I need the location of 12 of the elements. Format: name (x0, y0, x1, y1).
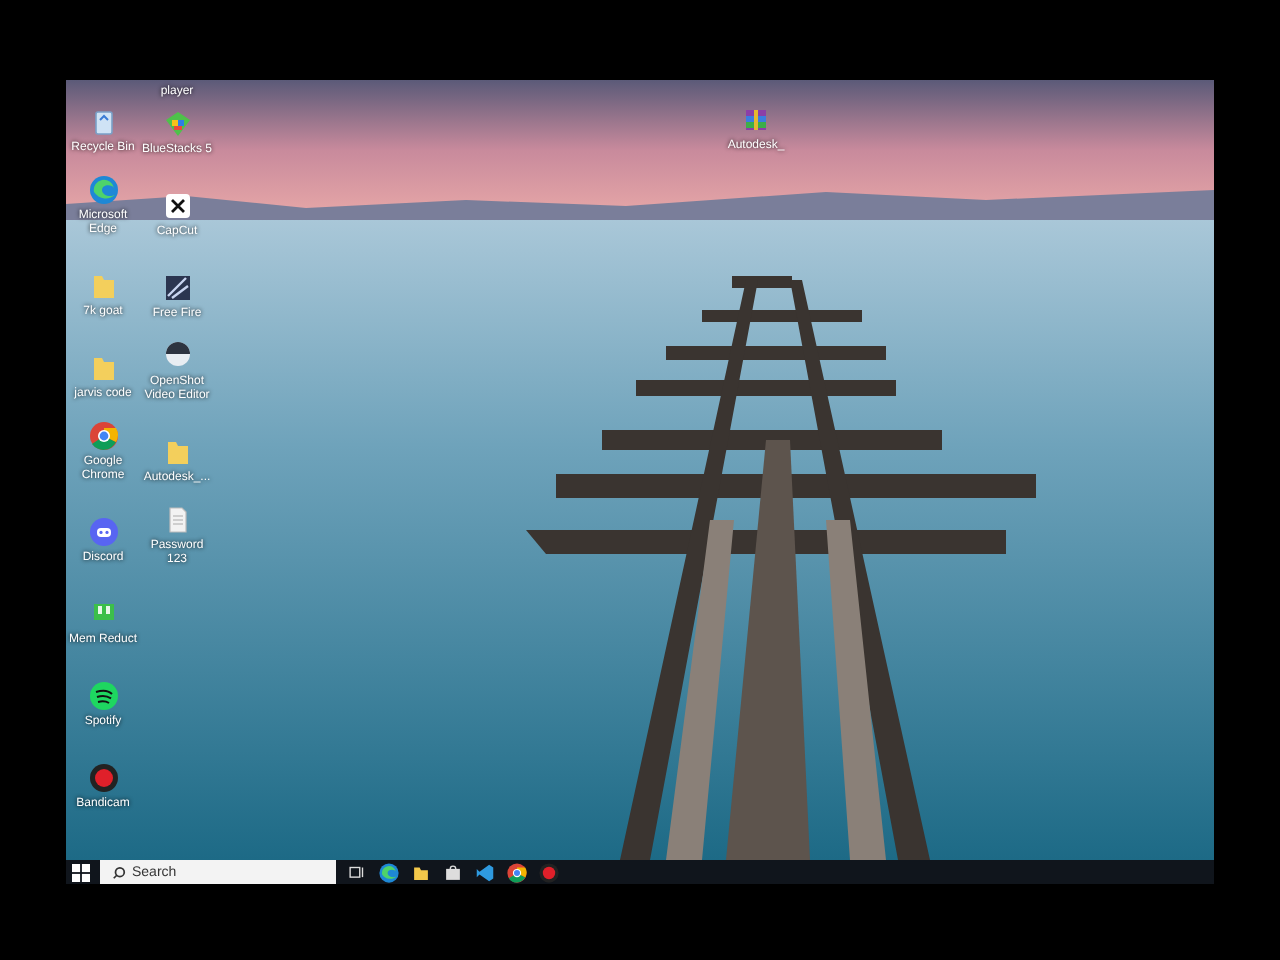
code-editor-icon[interactable] (474, 861, 496, 883)
start-icon[interactable] (72, 863, 90, 881)
record-icon[interactable] (538, 861, 560, 883)
browser-icon[interactable] (378, 861, 400, 883)
record-icon[interactable] (87, 762, 119, 794)
chat-app-icon[interactable] (87, 516, 119, 548)
search-icon (112, 865, 126, 879)
archive-icon[interactable] (740, 104, 772, 136)
browser-icon[interactable] (506, 861, 528, 883)
task-view-icon[interactable] (346, 861, 368, 883)
music-app-icon[interactable] (87, 680, 119, 712)
store-icon[interactable] (442, 861, 464, 883)
